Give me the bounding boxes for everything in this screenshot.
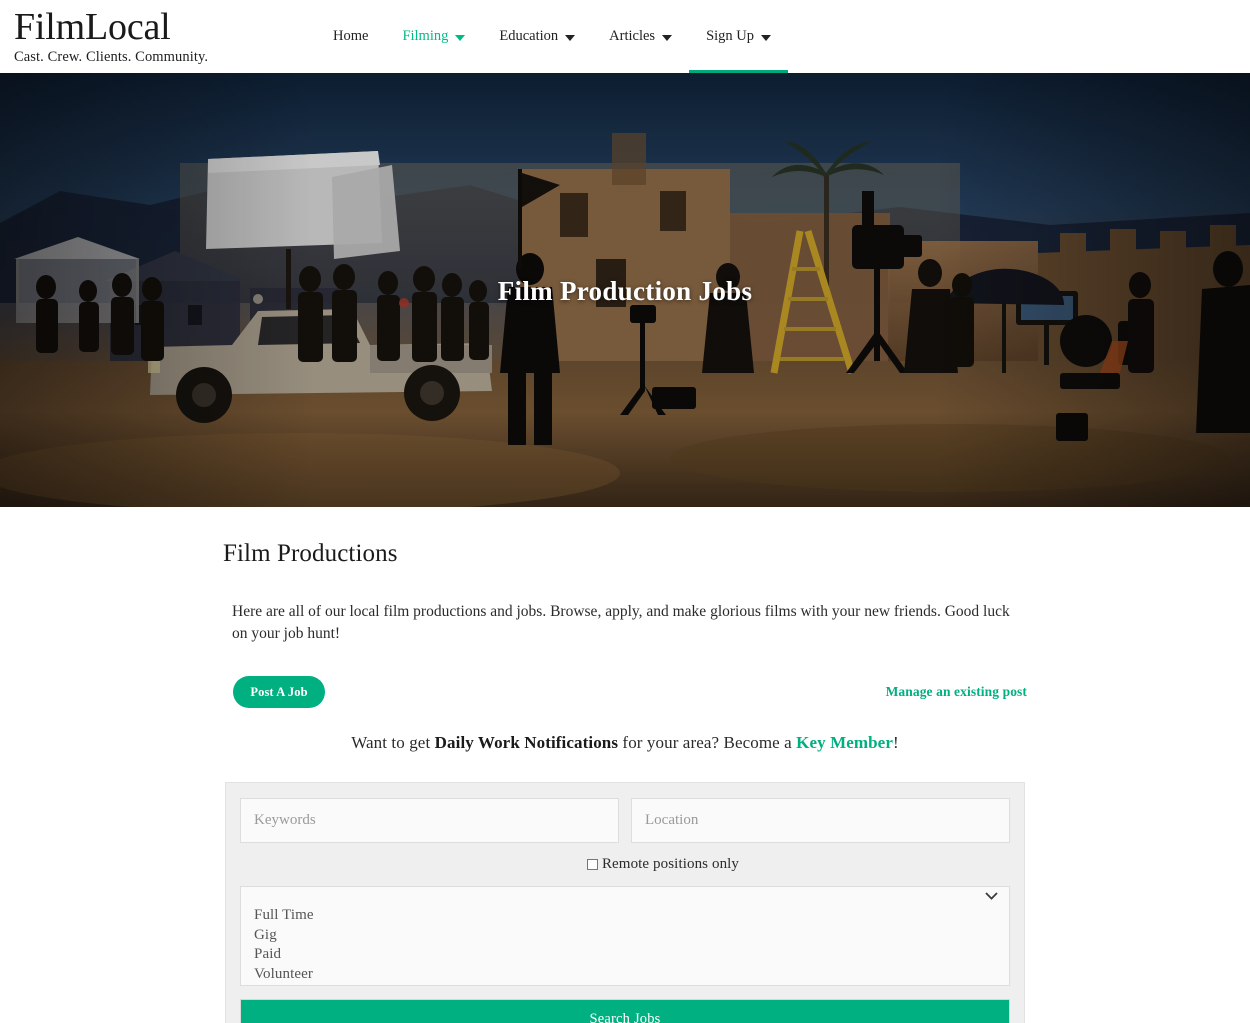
intro-paragraph: Here are all of our local film productio… [232,603,1010,642]
nav-item-label: Filming [402,28,449,44]
nav-item-label: Sign Up [706,28,755,44]
key-member-promo: Want to get Daily Work Notifications for… [225,733,1025,753]
nav-item-label: Home [333,28,369,44]
key-member-link[interactable]: Key Member [796,733,893,752]
brand-tagline: Cast. Crew. Clients. Community. [14,49,209,65]
chevron-down-icon [565,34,576,41]
promo-middle-text: for your area? Become a [618,733,797,752]
job-type-option[interactable]: Paid [254,945,996,965]
search-fields-row [240,798,1010,843]
hero-title: Film Production Jobs [497,276,753,306]
main-navigation: Home Filming Education Articles Sign Up [316,0,788,73]
chevron-down-icon [455,34,466,41]
nav-item-label: Articles [609,28,656,44]
remote-positions-label[interactable]: Remote positions only [602,856,739,873]
action-row: Post A Job Manage an existing post [233,676,1027,708]
page-title: Film Productions [223,540,398,567]
content-container: Film Productions Here are all of our loc… [223,540,1027,1023]
promo-tail-text: ! [892,733,899,752]
post-a-job-button[interactable]: Post A Job [233,676,325,708]
job-type-option[interactable]: Volunteer [254,965,996,985]
chevron-down-icon [662,34,673,41]
main-content: Film Productions Here are all of our loc… [0,507,1250,1023]
brand-logo[interactable]: FilmLocal Cast. Crew. Clients. Community… [8,7,238,66]
nav-item-education[interactable]: Education [482,0,592,73]
brand-title: FilmLocal [14,6,171,48]
remote-positions-row: Remote positions only [316,856,1010,873]
promo-bold-text: Daily Work Notifications [434,733,619,752]
manage-existing-post-link[interactable]: Manage an existing post [886,684,1027,700]
nav-item-articles[interactable]: Articles [592,0,689,73]
remote-positions-checkbox[interactable] [586,859,598,870]
job-type-option[interactable]: Full Time [254,906,996,926]
search-jobs-button[interactable]: Search Jobs [240,999,1010,1023]
nav-item-sign-up[interactable]: Sign Up [689,0,788,73]
hero-banner: Film Production Jobs [0,73,1250,507]
job-type-listbox[interactable]: Full Time Gig Paid Volunteer [240,886,1010,986]
nav-item-home[interactable]: Home [316,0,385,73]
nav-item-filming[interactable]: Filming [385,0,482,73]
promo-lead-text: Want to get [351,733,435,752]
job-type-select-wrapper: Full Time Gig Paid Volunteer [240,886,1010,986]
site-header: FilmLocal Cast. Crew. Clients. Community… [0,0,1250,73]
chevron-down-icon [761,34,772,41]
job-type-option[interactable]: Gig [254,926,996,946]
nav-item-label: Education [499,28,559,44]
keywords-input[interactable] [240,798,619,843]
job-search-form: Remote positions only Full Time Gig Paid… [225,782,1025,1023]
location-input[interactable] [631,798,1010,843]
